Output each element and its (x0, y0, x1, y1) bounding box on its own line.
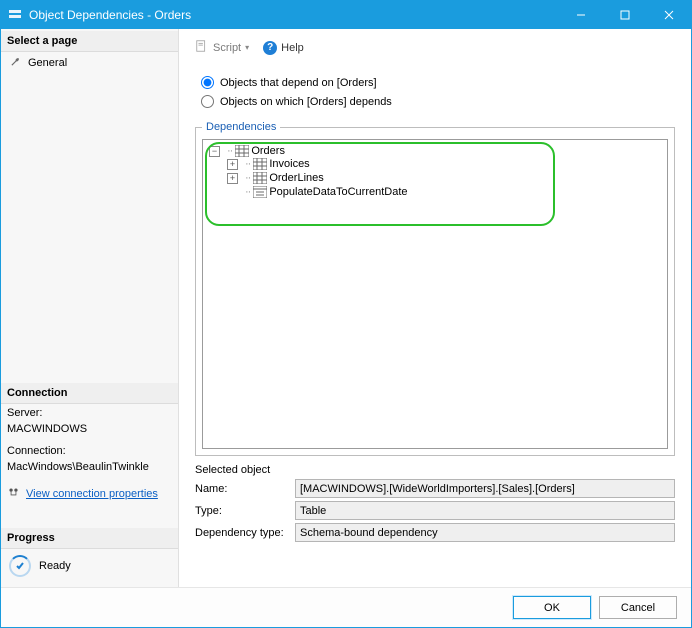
name-value: [MACWINDOWS].[WideWorldImporters].[Sales… (295, 479, 675, 498)
tree-node-orders[interactable]: − ·· Orders (209, 145, 661, 157)
radio-objects-depend-on[interactable]: Objects that depend on [Orders] (201, 73, 675, 92)
ok-button[interactable]: OK (513, 596, 591, 619)
dependencies-tree[interactable]: − ·· Orders + ·· (202, 139, 668, 449)
server-label: Server: (7, 406, 172, 422)
selected-object-details: Selected object Name: [MACWINDOWS].[Wide… (195, 464, 675, 545)
script-icon (195, 39, 209, 56)
maximize-button[interactable] (603, 1, 647, 29)
tree-node-label: Orders (251, 145, 285, 157)
minimize-button[interactable] (559, 1, 603, 29)
table-icon (235, 145, 249, 157)
help-button[interactable]: ? Help (263, 41, 304, 55)
tree-node-label: OrderLines (269, 172, 323, 184)
cancel-button[interactable]: Cancel (599, 596, 677, 619)
dependency-type-value: Schema-bound dependency (295, 523, 675, 542)
tree-node-invoices[interactable]: + ·· Invoices (227, 158, 661, 170)
tree-node-label: PopulateDataToCurrentDate (269, 186, 407, 198)
chevron-down-icon: ▾ (245, 43, 249, 52)
help-label: Help (281, 42, 304, 54)
type-label: Type: (195, 505, 295, 517)
expand-icon[interactable]: + (227, 159, 238, 170)
connection-icon (7, 486, 20, 502)
dependency-type-label: Dependency type: (195, 527, 295, 539)
dependencies-fieldset: Dependencies − ·· Orders (195, 121, 675, 456)
progress-status: Ready (39, 560, 71, 572)
name-label: Name: (195, 483, 295, 495)
radio-objects-depend-on-input[interactable] (201, 76, 214, 89)
progress-header: Progress (1, 528, 178, 549)
script-button[interactable]: Script ▾ (195, 39, 249, 56)
app-icon (7, 7, 23, 23)
type-value: Table (295, 501, 675, 520)
window-title: Object Dependencies - Orders (29, 8, 559, 22)
procedure-icon (253, 186, 267, 198)
radio-objects-on-which-depends[interactable]: Objects on which [Orders] depends (201, 92, 675, 111)
blank-expand (227, 187, 238, 198)
content-panel: Script ▾ ? Help Objects that depend on [… (179, 29, 691, 587)
tree-node-populatedata[interactable]: ·· PopulateDataToCurrentDate (227, 186, 661, 198)
radio-objects-on-which-depends-label: Objects on which [Orders] depends (220, 96, 392, 108)
connection-label: Connection: (7, 444, 172, 460)
tree-node-orderlines[interactable]: + ·· OrderLines (227, 172, 661, 184)
dependencies-legend: Dependencies (202, 121, 280, 133)
progress-spinner-icon (9, 555, 31, 577)
wrench-icon (9, 55, 22, 71)
toolbar: Script ▾ ? Help (195, 39, 675, 67)
expand-icon[interactable]: + (227, 173, 238, 184)
radio-objects-on-which-depends-input[interactable] (201, 95, 214, 108)
dialog-footer: OK Cancel (1, 587, 691, 627)
connection-value: MacWindows\BeaulinTwinkle (7, 460, 172, 476)
help-icon: ? (263, 41, 277, 55)
sidebar-item-label: General (28, 57, 67, 69)
sidebar: Select a page General Connection Server:… (1, 29, 179, 587)
tree-node-label: Invoices (269, 158, 309, 170)
sidebar-item-general[interactable]: General (1, 52, 178, 74)
script-label: Script (213, 42, 241, 54)
title-bar: Object Dependencies - Orders (1, 1, 691, 29)
select-page-header: Select a page (1, 31, 178, 52)
view-connection-properties-link[interactable]: View connection properties (26, 488, 158, 500)
connection-info: Server: MACWINDOWS Connection: MacWindow… (1, 404, 178, 482)
view-connection-properties[interactable]: View connection properties (1, 482, 178, 506)
radio-objects-depend-on-label: Objects that depend on [Orders] (220, 77, 377, 89)
server-value: MACWINDOWS (7, 422, 172, 438)
table-icon (253, 172, 267, 184)
selected-object-header: Selected object (195, 464, 675, 476)
collapse-icon[interactable]: − (209, 146, 220, 157)
close-button[interactable] (647, 1, 691, 29)
connection-header: Connection (1, 383, 178, 404)
table-icon (253, 158, 267, 170)
progress-status-row: Ready (1, 549, 178, 587)
